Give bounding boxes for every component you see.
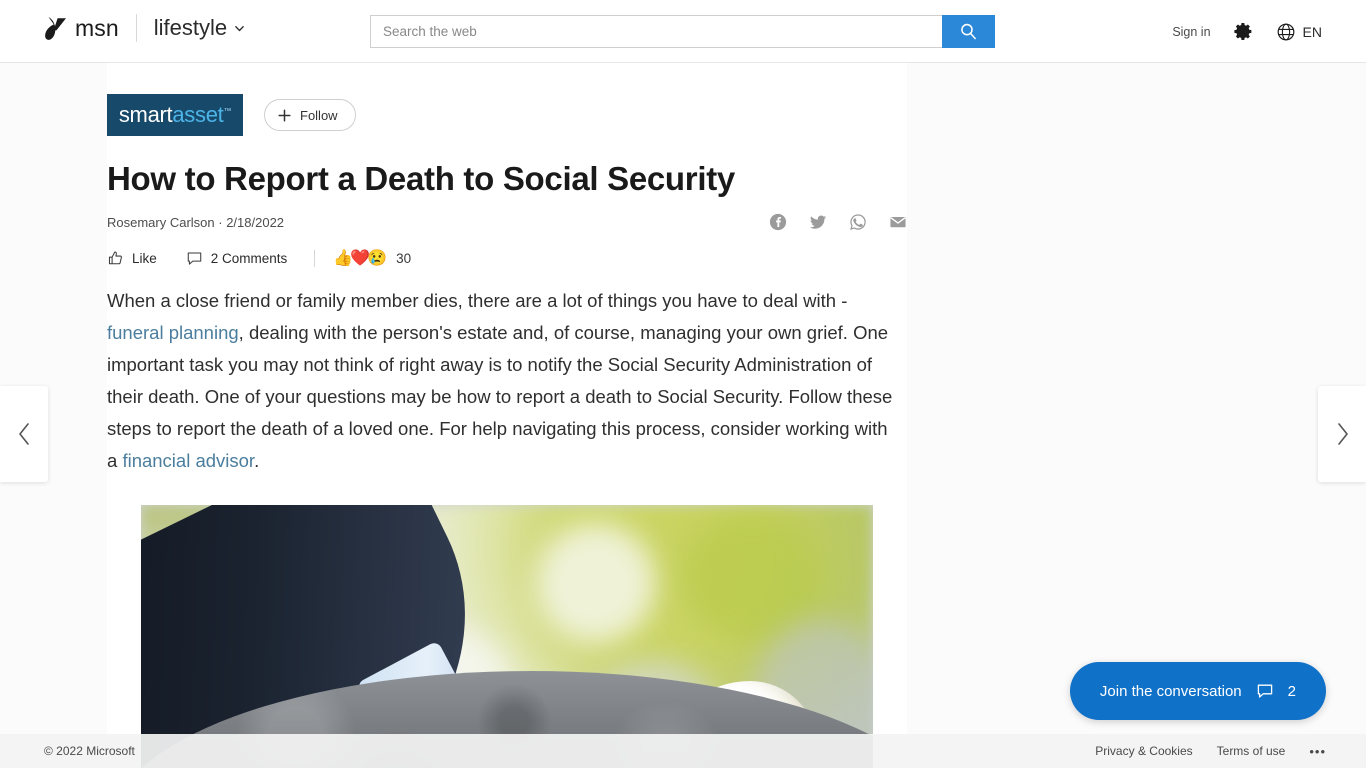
language-label: EN (1302, 23, 1322, 40)
comment-bubble-icon (1257, 684, 1272, 698)
article-container: smartasset™ Follow How to Report a Death… (107, 63, 907, 768)
copyright: © 2022 Microsoft (44, 744, 135, 758)
butterfly-logo-icon (45, 17, 66, 40)
chevron-right-icon (1337, 423, 1348, 445)
plus-icon (278, 108, 291, 122)
publisher-name-part-2: asset (172, 102, 224, 127)
email-share-icon[interactable] (889, 213, 907, 231)
header-actions: Sign in EN (1172, 0, 1322, 63)
publisher-name: smartasset™ (118, 102, 232, 128)
twitter-share-icon[interactable] (809, 213, 827, 231)
facebook-share-icon[interactable] (769, 213, 787, 231)
chevron-left-icon (18, 423, 29, 445)
reactions-bar: Like 2 Comments 👍 ❤️ 😢 30 (107, 250, 907, 267)
gear-icon[interactable] (1233, 21, 1254, 42)
body-part-3: . (254, 450, 260, 471)
comments-button[interactable]: 2 Comments (186, 250, 288, 267)
privacy-cookies-link[interactable]: Privacy & Cookies (1095, 744, 1192, 758)
sign-in-link[interactable]: Sign in (1172, 25, 1210, 39)
site-footer: © 2022 Microsoft Privacy & Cookies Terms… (0, 734, 1366, 768)
publisher-logo[interactable]: smartasset™ (107, 94, 243, 136)
brand-area: msn lifestyle (44, 14, 245, 42)
join-conversation-count: 2 (1287, 682, 1296, 700)
search-icon (961, 23, 976, 40)
body-part-1: When a close friend or family member die… (107, 290, 848, 311)
chevron-down-icon (235, 25, 244, 31)
next-article-button[interactable] (1318, 386, 1366, 482)
publisher-row: smartasset™ Follow (107, 63, 907, 136)
vertical-dropdown[interactable]: lifestyle (154, 15, 245, 41)
footer-links: Privacy & Cookies Terms of use ••• (1095, 744, 1326, 759)
publisher-name-part-1: smart (118, 102, 173, 127)
byline: Rosemary Carlson · 2/18/2022 (107, 214, 285, 230)
body-part-2: , dealing with the person's estate and, … (107, 322, 893, 471)
hero-image (141, 505, 873, 768)
publisher-trademark: ™ (223, 106, 232, 116)
search-bar (370, 15, 995, 48)
comments-label: 2 Comments (210, 251, 288, 266)
msn-wordmark: msn (75, 14, 119, 41)
reaction-emojis[interactable]: 👍 ❤️ 😢 30 (333, 249, 412, 267)
language-selector[interactable]: EN (1276, 22, 1322, 42)
page-title: How to Report a Death to Social Security (107, 160, 735, 197)
byline-row: Rosemary Carlson · 2/18/2022 (107, 213, 907, 231)
globe-icon (1277, 23, 1294, 40)
follow-label: Follow (300, 107, 338, 123)
previous-article-button[interactable] (0, 386, 48, 482)
like-label: Like (132, 251, 157, 266)
msn-article-page: msn lifestyle Sign in (0, 0, 1366, 768)
share-icons (769, 213, 907, 231)
msn-home-link[interactable]: msn (44, 15, 119, 42)
comment-bubble-icon (187, 252, 202, 265)
terms-of-use-link[interactable]: Terms of use (1217, 744, 1286, 758)
vertical-label: lifestyle (153, 15, 228, 40)
financial-advisor-link[interactable]: financial advisor (122, 450, 254, 471)
like-button[interactable]: Like (107, 250, 157, 267)
reaction-count: 30 (396, 251, 412, 266)
article-body: When a close friend or family member die… (107, 285, 897, 477)
funeral-planning-link[interactable]: funeral planning (107, 322, 239, 343)
reaction-emoji-sad: 😢 (367, 249, 388, 267)
whatsapp-share-icon[interactable] (849, 213, 867, 231)
brand-divider (135, 14, 137, 42)
search-button[interactable] (942, 15, 995, 48)
ellipsis-icon[interactable]: ••• (1309, 744, 1326, 759)
hero-bokeh-1 (536, 523, 657, 643)
join-conversation-button[interactable]: Join the conversation 2 (1069, 662, 1326, 720)
site-header: msn lifestyle Sign in (0, 0, 1366, 63)
reactions-divider (314, 250, 316, 267)
search-input[interactable] (370, 15, 942, 48)
hero-image-wrapper (107, 499, 907, 768)
follow-button[interactable]: Follow (264, 99, 356, 131)
join-conversation-label: Join the conversation (1099, 682, 1242, 700)
thumbs-up-outline-icon (108, 251, 122, 265)
